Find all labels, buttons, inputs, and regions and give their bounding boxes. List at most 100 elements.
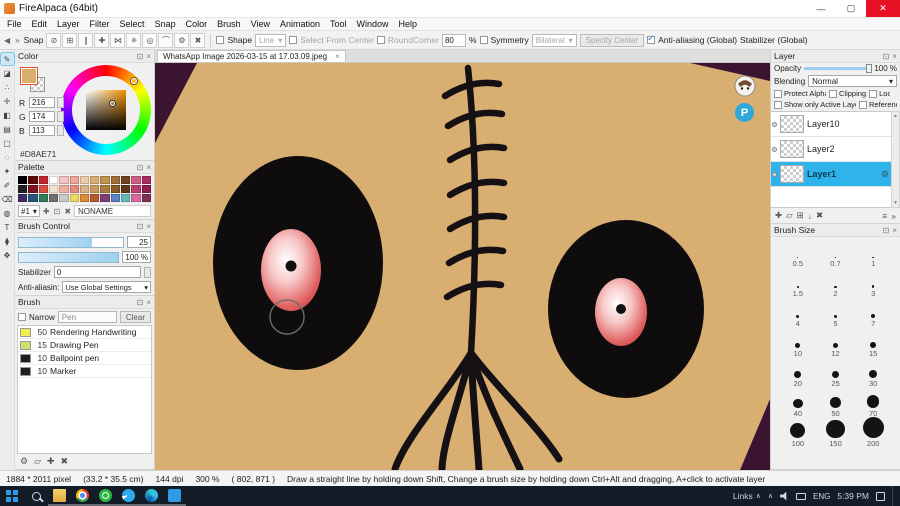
brush-delete-icon[interactable]: ✖ [61, 456, 69, 467]
layer-thumbnail[interactable] [780, 165, 804, 183]
palette-swatch[interactable] [131, 194, 141, 202]
vscode-icon[interactable] [163, 486, 186, 506]
current-color-swatch[interactable] [20, 67, 38, 85]
select-from-center-checkbox[interactable] [289, 36, 298, 44]
snap-clear-icon[interactable]: ✖ [190, 32, 206, 48]
panel-dock-icon[interactable]: ⊡ [137, 163, 144, 172]
brush-size-12[interactable]: 12 [817, 329, 855, 359]
palette-swatch[interactable] [48, 176, 59, 184]
layer-thumbnail[interactable] [780, 115, 804, 133]
hue-marker[interactable] [131, 78, 137, 84]
snap-parallel-icon[interactable]: ∥ [78, 32, 94, 48]
protect-alpha-checkbox[interactable] [774, 89, 782, 98]
volume-icon[interactable] [780, 491, 787, 501]
b-input[interactable]: 113 [29, 125, 55, 136]
palette-swatch[interactable] [141, 176, 151, 184]
mascot-button[interactable] [734, 75, 756, 97]
brush-list-item[interactable]: 10 Marker [18, 365, 151, 378]
bucket-tool[interactable]: ◍ [1, 207, 14, 219]
clock[interactable]: 5:39 PM [837, 491, 869, 501]
palette-delete-icon[interactable]: ✖ [63, 207, 72, 216]
brush-size-200[interactable]: 200 [854, 417, 892, 449]
brush-list-item[interactable]: 15 Drawing Pen [18, 339, 151, 352]
palette-swatch[interactable] [18, 185, 28, 193]
sv-marker[interactable] [110, 101, 115, 106]
symmetry-select[interactable]: Bilateral ▾ [531, 33, 577, 47]
show-only-active-checkbox[interactable] [774, 100, 782, 109]
menu-color[interactable]: Color [181, 19, 213, 29]
layer-list-scrollbar[interactable]: ▲ ▼ [891, 111, 900, 208]
brush-size-1.5[interactable]: 1.5 [779, 269, 817, 299]
palette-swatch[interactable] [131, 185, 141, 193]
select-tool[interactable]: ▢ [1, 137, 14, 149]
scroll-up-icon[interactable]: ▲ [893, 113, 898, 119]
brush-size-30[interactable]: 30 [854, 359, 892, 389]
duplicate-layer-icon[interactable]: ⊞ [797, 210, 804, 221]
panel-close-icon[interactable]: × [146, 298, 151, 307]
chrome-icon[interactable] [71, 486, 94, 506]
palette-swatch[interactable] [121, 185, 131, 193]
snap-curve-icon[interactable]: ⌒ [158, 32, 174, 48]
brush-opacity-value[interactable]: 100 % [122, 251, 151, 263]
select-pen-tool[interactable]: ✐ [1, 179, 14, 191]
g-spinner[interactable] [57, 111, 64, 122]
merge-down-icon[interactable]: ↓ [808, 211, 812, 221]
snap-vanishing-icon[interactable]: ⋈ [110, 32, 126, 48]
lock-checkbox[interactable] [869, 89, 878, 98]
palette-swatch[interactable] [121, 194, 131, 202]
brush-size-7[interactable]: 7 [854, 299, 892, 329]
brush-opacity-slider[interactable] [18, 251, 120, 263]
menu-select[interactable]: Select [115, 19, 150, 29]
reference-checkbox[interactable] [859, 100, 867, 109]
brush-list-item[interactable]: 10 Ballpoint pen [18, 352, 151, 365]
panel-close-icon[interactable]: × [892, 52, 897, 61]
add-layer-icon[interactable]: ✚ [775, 210, 782, 221]
layer-menu-icon[interactable]: ≡ [882, 211, 887, 221]
symmetry-checkbox[interactable] [479, 36, 488, 44]
palette-swatch[interactable] [110, 176, 121, 184]
menu-snap[interactable]: Snap [150, 19, 181, 29]
layer-row-layer2[interactable]: Layer2 [771, 137, 891, 162]
stabilizer-input[interactable]: 0 [53, 266, 141, 278]
menu-filter[interactable]: Filter [85, 19, 115, 29]
anti-aliasing-global-checkbox[interactable] [647, 33, 656, 44]
brush-size-2[interactable]: 2 [817, 269, 855, 299]
palette-swatch[interactable] [100, 194, 110, 202]
toolbar-back-icon[interactable]: ◀ [3, 36, 11, 45]
edge-icon[interactable] [140, 486, 163, 506]
brush-size-value[interactable]: 25 [127, 236, 151, 248]
brush-size-20[interactable]: 20 [779, 359, 817, 389]
layer-overflow-icon[interactable]: » [891, 211, 896, 221]
lasso-tool[interactable]: ◌ [1, 151, 14, 163]
dot-tool[interactable]: ∴ [1, 81, 14, 93]
magic-wand-tool[interactable]: ✦ [1, 165, 14, 177]
menu-edit[interactable]: Edit [27, 19, 53, 29]
palette-swatch[interactable] [90, 176, 100, 184]
palette-swatch[interactable] [69, 194, 79, 202]
panel-close-icon[interactable]: × [146, 163, 151, 172]
panel-dock-icon[interactable]: ⊡ [137, 222, 144, 231]
palette-swatch[interactable] [18, 194, 28, 202]
hex-value[interactable]: #D8AE71 [20, 149, 56, 159]
layer-settings-icon[interactable]: ⚙ [881, 169, 889, 180]
palette-swatch[interactable] [100, 185, 110, 193]
stabilizer-spinner[interactable] [144, 266, 151, 278]
maximize-button[interactable]: ▢ [836, 0, 866, 17]
brush-tool[interactable]: ✎ [0, 52, 15, 66]
palette-swatch[interactable] [110, 194, 121, 202]
toolbar-overflow-icon[interactable]: » [14, 36, 20, 45]
palette-swatch[interactable] [141, 185, 151, 193]
palette-add-icon[interactable]: ✚ [42, 207, 51, 216]
narrow-checkbox[interactable] [18, 313, 26, 321]
round-corner-checkbox[interactable] [376, 36, 385, 44]
brush-folder-icon[interactable]: ▱ [34, 456, 41, 467]
brush-size-0.5[interactable]: 0.5 [779, 239, 817, 269]
gradient-tool[interactable]: ▤ [1, 123, 14, 135]
telegram-icon[interactable] [117, 486, 140, 506]
layer-row-layer1[interactable]: Layer1 ⚙ [771, 162, 891, 187]
panel-dock-icon[interactable]: ⊡ [883, 52, 890, 61]
panel-close-icon[interactable]: × [146, 222, 151, 231]
brush-filter-input[interactable]: Pen [57, 311, 117, 323]
palette-swatch[interactable] [28, 176, 38, 184]
eraser-tool[interactable]: ◪ [1, 67, 14, 79]
